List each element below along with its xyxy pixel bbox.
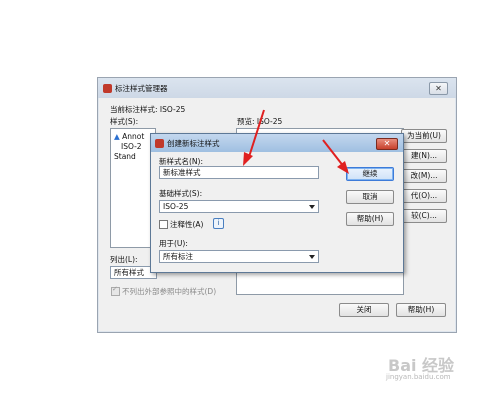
arrow-to-name-input bbox=[243, 109, 265, 166]
arrow-to-continue-button bbox=[322, 139, 349, 174]
annotation-arrows bbox=[243, 109, 349, 174]
watermark-url: jingyan.baidu.com bbox=[386, 373, 451, 381]
